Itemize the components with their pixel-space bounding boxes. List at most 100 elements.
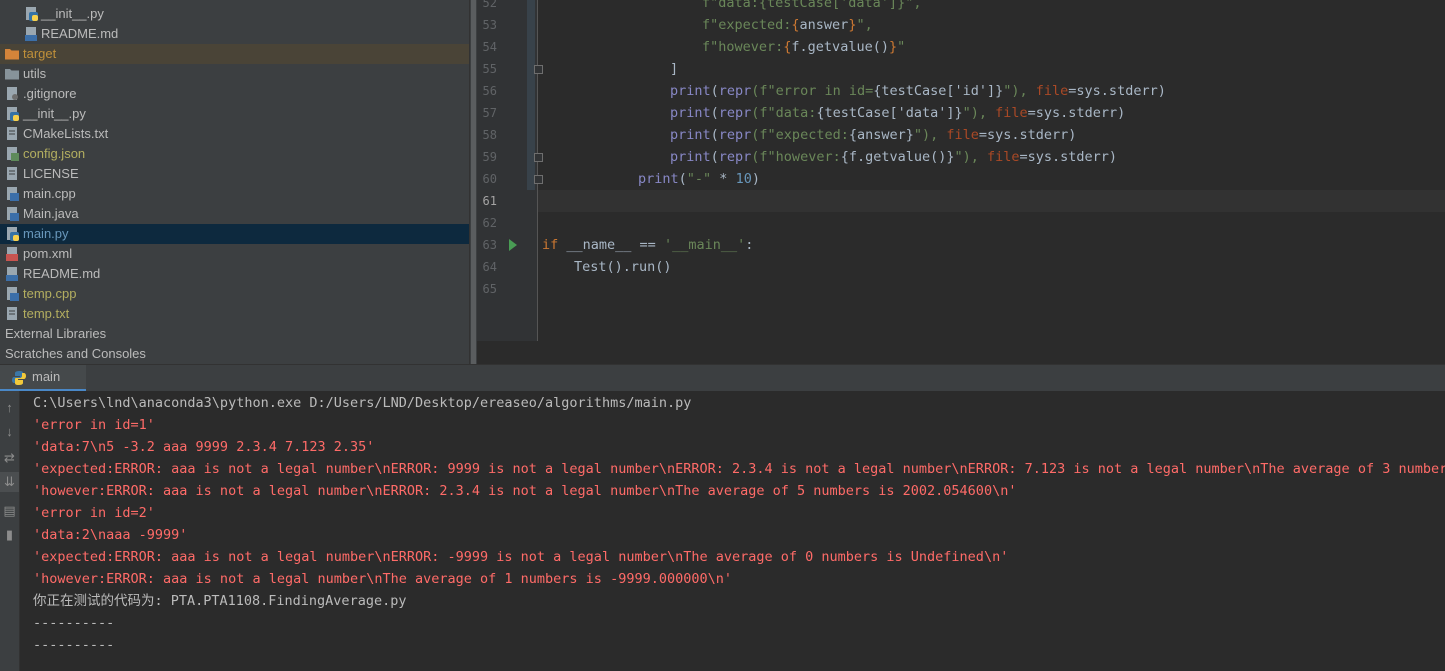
editor-gutter: 52 53 54 55 56 57 58 59 60 61 62 63 64 6… xyxy=(477,0,538,341)
tree-item-config-json[interactable]: config.json xyxy=(0,144,469,164)
code-editor[interactable]: 52 53 54 55 56 57 58 59 60 61 62 63 64 6… xyxy=(477,0,1445,341)
tree-item-label: .gitignore xyxy=(23,86,77,101)
fold-marker-icon[interactable] xyxy=(534,65,543,74)
console-line: ---------- xyxy=(33,615,115,631)
tree-item-label: __init__.py xyxy=(41,6,104,21)
scrollbar-thumb[interactable] xyxy=(471,0,476,364)
tree-item-external-libraries[interactable]: External Libraries xyxy=(0,324,469,344)
scroll-to-end-icon[interactable]: ⇊ xyxy=(0,472,19,492)
tree-item-label: target xyxy=(23,46,57,61)
cpp-file-icon xyxy=(7,187,19,201)
xml-file-icon xyxy=(6,247,18,261)
tree-item-pom-xml[interactable]: pom.xml xyxy=(0,244,469,264)
tree-item-temp-cpp[interactable]: temp.cpp xyxy=(0,284,469,304)
console-line: C:\Users\lnd\anaconda3\python.exe D:/Use… xyxy=(33,395,692,411)
tree-item-label: pom.xml xyxy=(23,246,73,261)
project-tree: __init__.py README.md target utils .giti… xyxy=(0,0,469,364)
trash-icon[interactable]: ▮ xyxy=(0,525,19,545)
tree-item-readme-md-2[interactable]: README.md xyxy=(0,264,469,284)
fold-marker-icon[interactable] xyxy=(534,175,543,184)
code-line-52: f"data:{testCase['data']}", xyxy=(702,0,922,11)
tree-item-temp-txt[interactable]: temp.txt xyxy=(0,304,469,324)
code-line-56: print(repr(f"error in id={testCase['id']… xyxy=(670,83,1166,99)
run-tab-main[interactable]: main xyxy=(0,365,86,392)
python-file-icon xyxy=(26,7,38,21)
console-line: 'however:ERROR: aaa is not a legal numbe… xyxy=(33,571,732,587)
tree-item-target[interactable]: target xyxy=(0,44,469,64)
tree-item-init-py-1[interactable]: __init__.py xyxy=(0,4,469,24)
folder-icon xyxy=(5,69,19,80)
python-file-icon xyxy=(7,227,19,241)
line-number: 64 xyxy=(482,260,497,274)
tree-item-label: main.cpp xyxy=(23,186,76,201)
console-line: 'data:2\naaa -9999' xyxy=(33,527,188,543)
code-line-60: print("-" * 10) xyxy=(638,171,760,187)
console-line: 'expected:ERROR: aaa is not a legal numb… xyxy=(33,461,1445,477)
cpp-file-icon xyxy=(7,287,19,301)
console-line: 'error in id=1' xyxy=(33,417,155,433)
code-line-54: f"however:{f.getvalue()}" xyxy=(702,39,906,55)
python-icon xyxy=(12,371,26,385)
run-tab-label: main xyxy=(32,369,61,384)
line-number: 63 xyxy=(482,238,497,252)
print-icon[interactable]: ▤ xyxy=(0,501,19,521)
soft-wrap-icon[interactable]: ⇄ xyxy=(0,448,19,468)
java-file-icon xyxy=(7,207,19,221)
tree-item-label: config.json xyxy=(23,146,86,161)
line-number: 62 xyxy=(482,216,497,230)
tree-item-main-cpp[interactable]: main.cpp xyxy=(0,184,469,204)
text-file-icon xyxy=(7,307,17,320)
console-line: 'data:7\n5 -3.2 aaa 9999 2.3.4 7.123 2.3… xyxy=(33,439,375,455)
code-line-59: print(repr(f"however:{f.getvalue()}"), f… xyxy=(670,149,1118,165)
console-line: 'error in id=2' xyxy=(33,505,155,521)
line-number-current: 61 xyxy=(482,194,497,208)
run-toolbar: ↑ ↓ ⇄ ⇊ ▤ ▮ xyxy=(0,391,20,671)
line-number: 53 xyxy=(482,18,497,32)
run-gutter-icon[interactable] xyxy=(508,239,518,251)
code-line-55: ] xyxy=(670,61,679,77)
tree-scrollbar[interactable] xyxy=(469,0,477,364)
text-file-icon xyxy=(7,167,17,180)
console-line: ---------- xyxy=(33,637,115,653)
line-number: 65 xyxy=(482,282,497,296)
tree-item-label: README.md xyxy=(23,266,101,281)
tree-item-label: LICENSE xyxy=(23,166,79,181)
tree-item-label: README.md xyxy=(41,26,119,41)
tree-item-main-py[interactable]: main.py xyxy=(0,224,469,244)
editor-bottom-bar xyxy=(477,341,1445,364)
tree-item-label: temp.txt xyxy=(23,306,70,321)
text-file-icon xyxy=(7,127,17,140)
json-file-icon xyxy=(7,147,19,161)
code-line-63: if __name__ == '__main__': xyxy=(542,237,754,253)
line-number: 57 xyxy=(482,106,497,120)
tree-item-label: Scratches and Consoles xyxy=(5,346,146,361)
tree-item-license[interactable]: LICENSE xyxy=(0,164,469,184)
folder-icon xyxy=(5,49,19,60)
code-line-53: f"expected:{answer}", xyxy=(702,17,873,33)
arrow-down-icon[interactable]: ↓ xyxy=(0,422,19,442)
tree-item-cmakelists[interactable]: CMakeLists.txt xyxy=(0,124,469,144)
tree-item-label: temp.cpp xyxy=(23,286,77,301)
console-line: 'however:ERROR: aaa is not a legal numbe… xyxy=(33,483,1017,499)
tree-item-readme-md-1[interactable]: README.md xyxy=(0,24,469,44)
markdown-file-icon xyxy=(25,27,37,41)
tree-item-init-py-2[interactable]: __init__.py xyxy=(0,104,469,124)
tree-item-label: CMakeLists.txt xyxy=(23,126,109,141)
tree-item-utils[interactable]: utils xyxy=(0,64,469,84)
console-output[interactable]: C:\Users\lnd\anaconda3\python.exe D:/Use… xyxy=(20,391,1445,671)
file-icon xyxy=(7,87,18,100)
current-line-highlight xyxy=(538,190,1445,212)
tree-item-gitignore[interactable]: .gitignore xyxy=(0,84,469,104)
tree-item-label: utils xyxy=(23,66,47,81)
line-number: 54 xyxy=(482,40,497,54)
tree-item-label: main.py xyxy=(23,226,69,241)
tree-item-main-java[interactable]: Main.java xyxy=(0,204,469,224)
arrow-up-icon[interactable]: ↑ xyxy=(0,398,19,418)
fold-marker-icon[interactable] xyxy=(534,153,543,162)
code-line-57: print(repr(f"data:{testCase['data']}"), … xyxy=(670,105,1126,121)
python-file-icon xyxy=(7,107,19,121)
tree-item-scratches[interactable]: Scratches and Consoles xyxy=(0,344,469,364)
line-number: 56 xyxy=(482,84,497,98)
run-panel-header: main xyxy=(0,364,1445,393)
tree-item-label: External Libraries xyxy=(5,326,107,341)
